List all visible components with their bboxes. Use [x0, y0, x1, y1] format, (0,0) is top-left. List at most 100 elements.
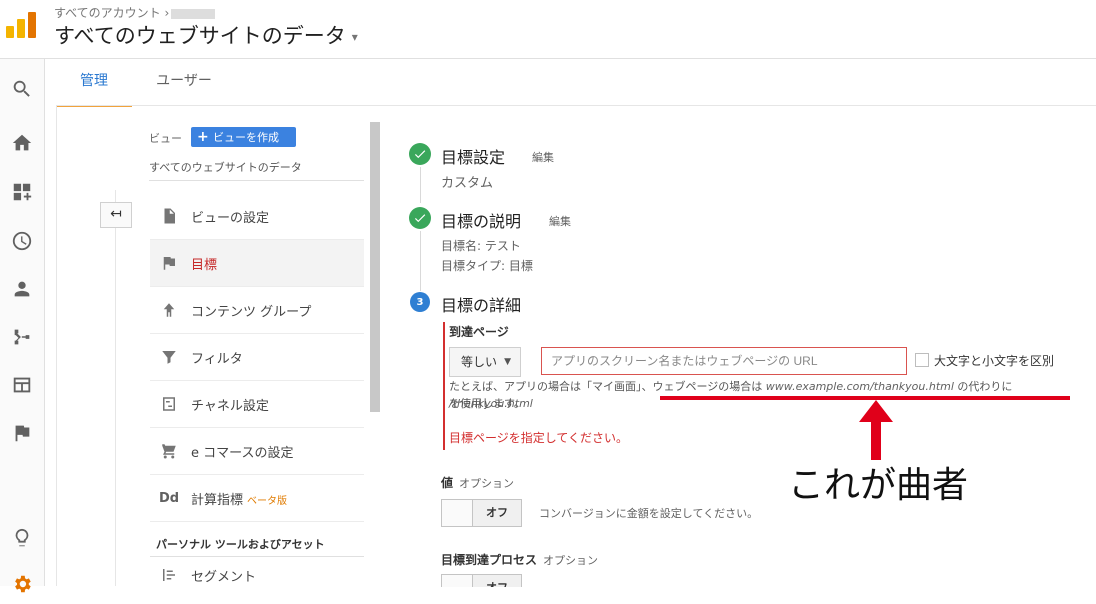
funnel-toggle[interactable]: オフ: [441, 574, 522, 587]
funnel-label: 目標到達プロセス オプション: [441, 551, 598, 568]
value-label-text: 値: [441, 476, 454, 490]
app-header: すべてのアカウント › すべてのウェブサイトのデータ ▾: [0, 0, 1096, 59]
breadcrumb[interactable]: すべてのアカウント ›: [54, 4, 216, 21]
menu-item-view-settings[interactable]: ビューの設定: [150, 193, 364, 240]
menu-item-label-text: 計算指標: [191, 493, 244, 508]
step1-edit-link[interactable]: 編集: [532, 149, 554, 165]
value-toggle[interactable]: オフ: [441, 499, 522, 527]
menu-item-segments[interactable]: セグメント: [150, 558, 364, 604]
step-connector: [420, 167, 421, 203]
customization-icon[interactable]: [10, 180, 34, 204]
channel-icon: [158, 393, 180, 415]
lightbulb-icon[interactable]: [10, 526, 34, 550]
help-text-part: たとえば、アプリの場合は「マイ画面」、ウェブページの場合は: [449, 380, 766, 393]
match-type-dropdown[interactable]: 等しい ▼: [449, 347, 521, 377]
step-connector: [420, 231, 421, 291]
panel-scrollbar[interactable]: [370, 122, 380, 412]
value-optional: オプション: [459, 477, 515, 490]
view-label: ビュー: [149, 132, 182, 145]
home-icon[interactable]: [10, 131, 34, 155]
section-header-personal-tools: パーソナル ツールおよびアセット: [156, 538, 325, 551]
step2-edit-link[interactable]: 編集: [549, 213, 571, 229]
page-title: すべてのウェブサイトのデータ: [54, 24, 346, 48]
step1-value: カスタム: [441, 176, 494, 191]
back-button[interactable]: ↤: [100, 202, 132, 228]
current-view-name: すべてのウェブサイトのデータ: [149, 161, 302, 174]
annotation-note: これが曲者: [788, 465, 969, 506]
filter-icon: [158, 346, 180, 368]
menu-item-goals[interactable]: 目標: [150, 240, 364, 287]
step2-goal-name: 目標名: テスト: [441, 239, 521, 253]
destination-help-text: たとえば、アプリの場合は「マイ画面」、ウェブページの場合は www.exampl…: [449, 378, 1079, 412]
document-icon: [158, 205, 180, 227]
menu-item-content-grouping[interactable]: コンテンツ グループ: [150, 287, 364, 334]
section-divider: [150, 556, 364, 557]
help-example-url: www.example.com/thankyou.html: [765, 380, 954, 393]
toggle-knob: [442, 500, 473, 526]
clock-icon[interactable]: [10, 229, 34, 253]
case-sensitive-checkbox[interactable]: [915, 353, 929, 367]
destination-label: 到達ページ: [449, 325, 509, 339]
plus-icon: +: [197, 129, 209, 145]
menu-item-filters[interactable]: フィルタ: [150, 334, 364, 381]
gear-icon[interactable]: [10, 572, 34, 596]
menu-item-label: e コマースの設定: [191, 446, 294, 461]
flag-icon[interactable]: [10, 421, 34, 445]
chevron-down-icon: ▾: [351, 30, 358, 44]
analytics-logo-icon[interactable]: [6, 12, 36, 38]
case-sensitive-label: 大文字と小文字を区別: [934, 354, 1055, 368]
menu-item-label: 目標: [191, 258, 218, 273]
match-type-value: 等しい: [461, 355, 498, 369]
value-description: コンバージョンに金額を設定してください。: [539, 507, 759, 520]
toggle-knob: [442, 575, 473, 587]
menu-item-label: セグメント: [191, 570, 257, 585]
menu-item-label: ビューの設定: [191, 211, 270, 226]
beta-badge: ベータ版: [247, 496, 288, 507]
dd-icon: Dd: [158, 490, 180, 506]
flag-icon: [158, 252, 180, 274]
toggle-state: オフ: [473, 500, 521, 526]
step2-goal-type: 目標タイプ: 目標: [441, 259, 533, 273]
step1-check-icon: [409, 143, 431, 165]
acquisition-icon[interactable]: [10, 325, 34, 349]
error-indicator-bar: [443, 322, 445, 450]
create-view-label: ビューを作成: [213, 131, 279, 144]
menu-item-channel-settings[interactable]: チャネル設定: [150, 381, 364, 428]
menu-item-label: フィルタ: [191, 352, 243, 367]
funnel-optional: オプション: [543, 554, 599, 567]
step3-number-badge: 3: [410, 292, 430, 312]
breadcrumb-blurred: [171, 8, 216, 19]
person-icon[interactable]: [10, 277, 34, 301]
nav-rail: [0, 59, 45, 593]
search-icon[interactable]: [10, 77, 34, 101]
tab-admin[interactable]: 管理: [56, 59, 132, 107]
toggle-state: オフ: [473, 575, 521, 587]
value-label: 値オプション: [441, 474, 514, 491]
menu-item-label: コンテンツ グループ: [191, 305, 312, 320]
menu-item-ecommerce-settings[interactable]: e コマースの設定: [150, 428, 364, 475]
chevron-down-icon: ▼: [504, 357, 511, 367]
menu-item-label: 計算指標 ベータ版: [191, 489, 287, 508]
hierarchy-line: [115, 190, 116, 586]
step3-title: 目標の詳細: [441, 296, 522, 315]
step2-title: 目標の説明: [441, 212, 522, 231]
behavior-icon[interactable]: [10, 373, 34, 397]
grouping-icon: [158, 299, 180, 321]
left-column-divider: [56, 105, 57, 586]
menu-item-calculated-metrics[interactable]: Dd 計算指標 ベータ版: [150, 475, 364, 522]
view-divider: [149, 180, 364, 181]
segment-icon: [158, 564, 180, 586]
tab-user[interactable]: ユーザー: [142, 59, 226, 105]
annotation-arrow-icon: [859, 400, 893, 460]
destination-error-message: 目標ページを指定してください。: [449, 431, 629, 445]
tabs-divider: [56, 105, 1096, 106]
help-text-part: の代わりに: [953, 380, 1013, 393]
breadcrumb-text: すべてのアカウント ›: [54, 6, 170, 20]
step2-check-icon: [409, 207, 431, 229]
step1-title: 目標設定: [441, 148, 506, 167]
destination-url-input[interactable]: [541, 347, 907, 375]
view-selector[interactable]: すべてのウェブサイトのデータ ▾: [54, 20, 358, 50]
funnel-label-text: 目標到達プロセス: [441, 553, 538, 567]
create-view-button[interactable]: + ビューを作成: [191, 127, 296, 147]
menu-item-label: チャネル設定: [191, 399, 269, 414]
